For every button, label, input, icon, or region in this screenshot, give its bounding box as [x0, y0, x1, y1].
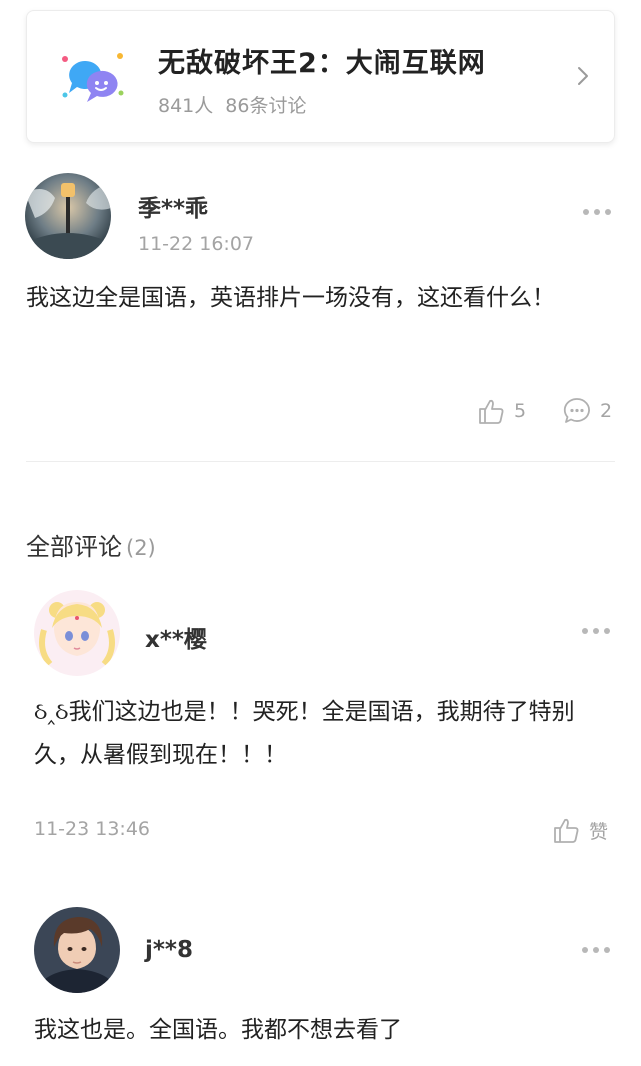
thumbs-up-icon [479, 399, 504, 424]
post-comment-button[interactable]: 2 [562, 395, 612, 427]
more-dots-icon [582, 947, 588, 953]
comment-content: ઠ‸ઠ我们这边也是！！哭死！全是国语，我期待了特别久，从暑假到现在！！！ [34, 699, 575, 768]
chevron-right-icon [578, 67, 588, 85]
comment-bubble-icon [563, 398, 590, 423]
chat-bubbles-icon [62, 53, 124, 102]
comment-more-button[interactable] [582, 627, 610, 635]
topic-card[interactable]: 无敌破坏王2：大闹互联网 841人 86条讨论 [26, 10, 615, 143]
more-dots-icon [582, 628, 588, 634]
avatar[interactable] [25, 173, 111, 259]
topic-discussions: 86条讨论 [225, 95, 307, 117]
topic-title: 无敌破坏王2：大闹互联网 [158, 48, 486, 79]
post-timestamp: 11-22 16:07 [138, 233, 255, 255]
avatar-image [34, 907, 120, 993]
post-like-count: 5 [514, 400, 527, 422]
thumbs-up-icon [554, 818, 579, 843]
comment-like-label: 赞 [589, 820, 609, 843]
comment-timestamp: 11-23 13:46 [34, 818, 151, 840]
more-dots-icon [583, 209, 589, 215]
topic-members: 841人 [158, 95, 214, 117]
comments-title: 全部评论 [26, 533, 122, 561]
topic-stats: 841人 86条讨论 [158, 91, 306, 118]
comment-content: 我这也是。全国语。我都不想去看了 [34, 1017, 402, 1043]
avatar[interactable] [34, 590, 120, 676]
comment-more-button[interactable] [582, 946, 610, 954]
comment-like-button[interactable]: 赞 [551, 814, 608, 846]
post-like-button[interactable]: 5 [476, 395, 526, 427]
avatar-image [25, 173, 111, 259]
post-comment-count: 2 [600, 400, 613, 422]
comment-username[interactable]: x**樱 [145, 620, 207, 654]
comments-section-title: 全部评论 (2) [26, 527, 156, 562]
comments-count: (2) [126, 536, 156, 560]
post-username[interactable]: 季**乖 [138, 189, 208, 223]
comment-username[interactable]: j**8 [145, 937, 193, 963]
avatar-image [34, 590, 120, 676]
post-content: 我这边全是国语，英语排片一场没有，这还看什么！ [26, 285, 555, 311]
post-more-button[interactable] [583, 208, 611, 216]
avatar[interactable] [34, 907, 120, 993]
divider [26, 461, 615, 462]
